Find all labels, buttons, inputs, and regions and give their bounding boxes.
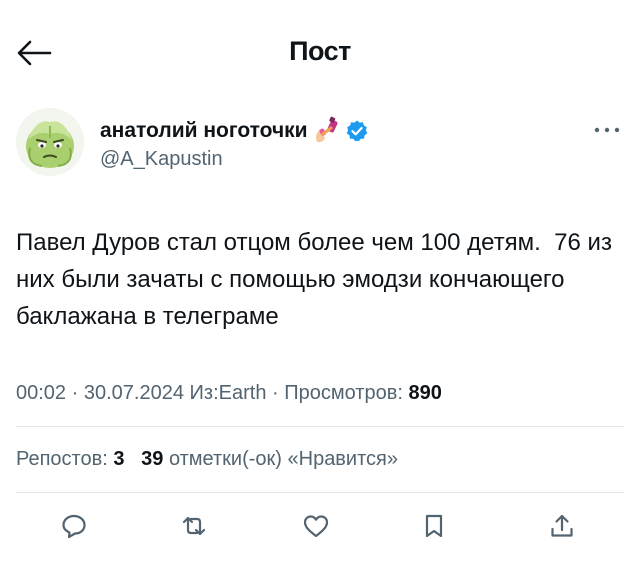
reply-button[interactable] xyxy=(54,506,94,546)
bookmark-icon xyxy=(425,514,443,538)
post-date[interactable]: 30.07.2024 xyxy=(84,382,184,404)
reposts-count[interactable]: 3 xyxy=(113,448,124,470)
action-bar xyxy=(0,506,640,546)
post-stats: Репостов: 3 39 отметки(-ок) «Нравится» xyxy=(16,448,398,471)
post-time[interactable]: 00:02 xyxy=(16,382,66,404)
nail-polish-emoji-icon xyxy=(315,116,338,143)
reply-icon xyxy=(62,514,86,539)
views-label: Просмотров: xyxy=(284,382,403,404)
post-source: Из:Earth xyxy=(189,382,267,404)
meta-separator: · xyxy=(272,382,279,404)
author-handle[interactable]: @A_Kapustin xyxy=(100,148,223,171)
like-icon xyxy=(303,515,329,538)
verified-badge-icon xyxy=(346,120,367,142)
reposts-label[interactable]: Репостов: xyxy=(16,448,108,470)
page-title: Пост xyxy=(289,36,351,66)
share-icon xyxy=(551,514,573,537)
meta-separator: · xyxy=(71,382,79,404)
top-bar: Пост xyxy=(0,0,640,100)
cabbage-avatar-icon xyxy=(16,108,84,176)
more-dots-icon xyxy=(594,127,620,133)
repost-icon xyxy=(182,516,206,536)
share-button[interactable] xyxy=(542,506,582,546)
divider xyxy=(16,492,624,493)
bookmark-button[interactable] xyxy=(414,506,454,546)
likes-label[interactable]: отметки(-ок) «Нравится» xyxy=(169,448,398,470)
post-meta: 00:02 · 30.07.2024 Из:Earth · Просмотров… xyxy=(16,382,442,405)
more-options-button[interactable] xyxy=(590,120,624,140)
like-button[interactable] xyxy=(296,506,336,546)
post-text: Павел Дуров стал отцом более чем 100 дет… xyxy=(16,229,619,330)
repost-button[interactable] xyxy=(174,506,214,546)
avatar[interactable] xyxy=(16,108,84,176)
author-name-row[interactable]: анатолий ноготочки xyxy=(100,116,369,146)
author-name[interactable]: анатолий ноготочки xyxy=(100,119,308,143)
divider xyxy=(16,426,624,427)
likes-count[interactable]: 39 xyxy=(141,448,163,470)
views-count: 890 xyxy=(408,382,442,404)
